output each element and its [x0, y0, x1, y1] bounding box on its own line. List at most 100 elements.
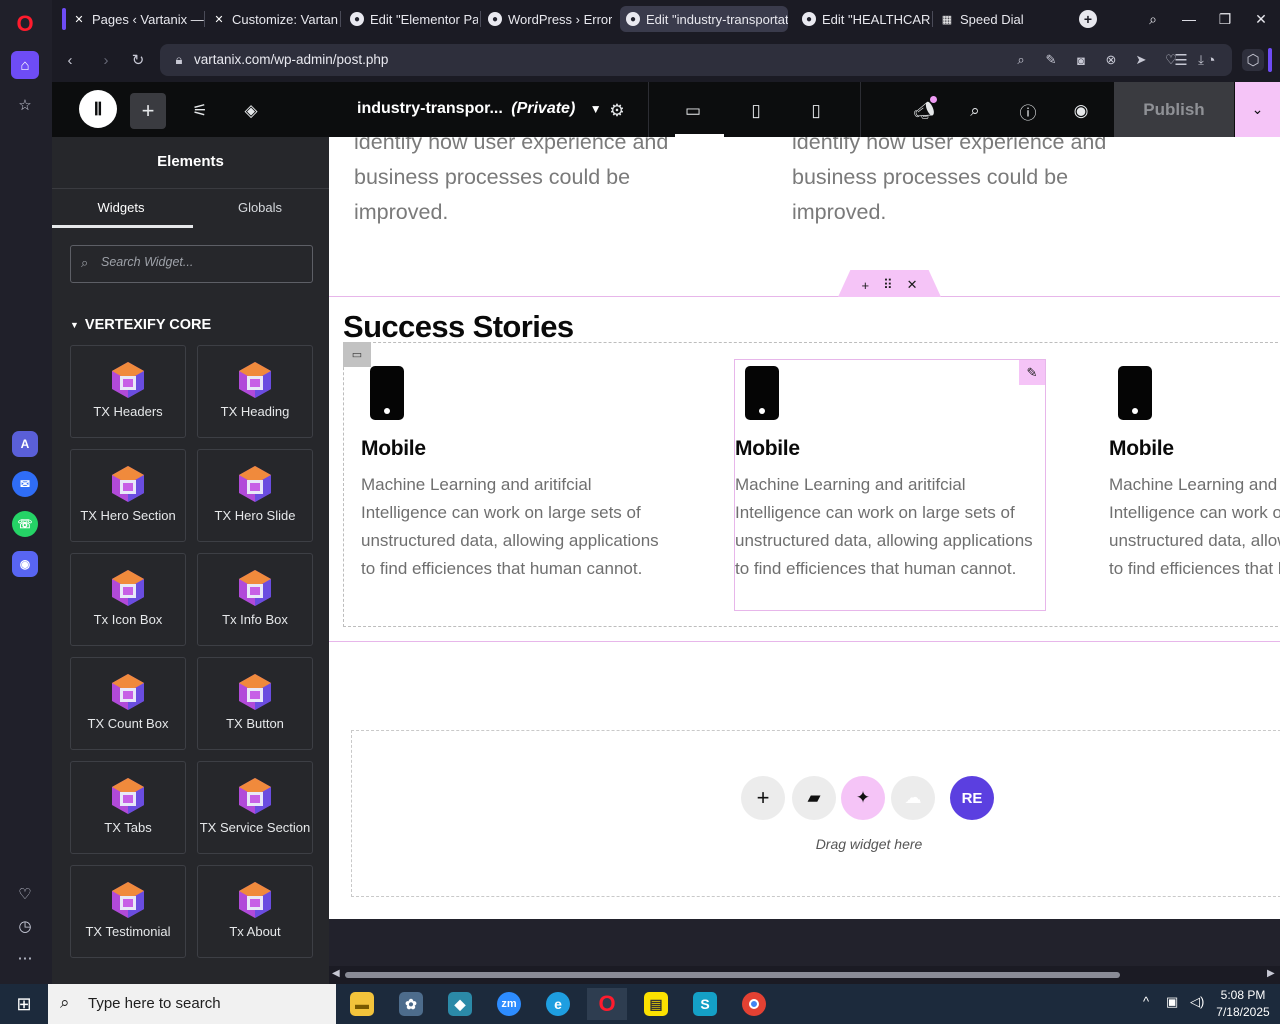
file-explorer-icon[interactable]: ▬	[342, 988, 382, 1020]
new-tab-plus-icon[interactable]: +	[1079, 10, 1097, 28]
back-icon[interactable]: ‹	[59, 49, 81, 71]
widget-tile[interactable]: TX Tabs	[70, 761, 186, 854]
widget-tile[interactable]: TX Hero Section	[70, 449, 186, 542]
category-toggle[interactable]: ▼ VERTEXIFY CORE	[70, 317, 211, 333]
elementor-logo-icon[interactable]: Ⅱ	[79, 90, 117, 128]
adblock-icon[interactable]: ⊗	[1102, 51, 1120, 69]
system-clock[interactable]: 5:08 PM 7/18/2025	[1212, 987, 1274, 1021]
history-clock-icon[interactable]: ◷	[11, 912, 39, 940]
send-icon[interactable]: ➤	[1132, 51, 1150, 69]
whatsapp-icon[interactable]: ☏	[12, 511, 38, 537]
widget-tile[interactable]: TX Count Box	[70, 657, 186, 750]
scroll-right-icon[interactable]: ▶	[1267, 968, 1275, 979]
scroll-left-icon[interactable]: ◀	[332, 968, 340, 979]
template-folder-icon[interactable]: ▰	[792, 776, 836, 820]
tab-globals[interactable]: Globals	[191, 200, 329, 215]
network-icon[interactable]: ▣	[1166, 994, 1178, 1010]
help-icon[interactable]: ⓘ	[1010, 93, 1046, 129]
widget-tile[interactable]: TX Button	[197, 657, 313, 750]
cloud-template-icon[interactable]: ☁	[891, 776, 935, 820]
widget-tile[interactable]: TX Heading	[197, 345, 313, 438]
widget-tile[interactable]: TX Headers	[70, 345, 186, 438]
heart-icon[interactable]: ♡	[11, 880, 39, 908]
profile-icon[interactable]: ◔	[1200, 49, 1222, 71]
home-icon[interactable]: ⌂	[11, 51, 39, 79]
page-settings-gear-icon[interactable]: ⚙	[599, 93, 635, 129]
volume-icon[interactable]: ◁)	[1190, 994, 1204, 1010]
tray-chevron-up-icon[interactable]: ^	[1143, 994, 1149, 1009]
widget-tile[interactable]: TX Hero Slide	[197, 449, 313, 542]
widget-tile[interactable]: Tx Info Box	[197, 553, 313, 646]
section-title[interactable]: Success Stories	[343, 309, 574, 345]
windows-start-icon[interactable]: ⊞	[0, 984, 48, 1024]
url-text[interactable]: vartanix.com/wp-admin/post.php	[194, 52, 388, 67]
publish-button[interactable]: Publish	[1114, 82, 1234, 137]
desktop-view-icon[interactable]: ▭	[675, 93, 711, 129]
url-field[interactable]: 🔒︎ vartanix.com/wp-admin/post.php ⌕ ✎ ◙ …	[160, 44, 1232, 76]
discord-icon[interactable]: ◉	[12, 551, 38, 577]
tab-edit-elementor-page[interactable]: ● Edit "Elementor Page	[344, 6, 478, 32]
widget-tile[interactable]: TX Testimonial	[70, 865, 186, 958]
aria-app-icon[interactable]: A	[12, 431, 38, 457]
tablet-view-icon[interactable]: ▯	[738, 93, 774, 129]
edge-browser-icon[interactable]: e	[538, 988, 578, 1020]
opera-logo-icon[interactable]: O	[11, 10, 39, 38]
preview-eye-icon[interactable]: ◉	[1063, 93, 1099, 129]
app-diamond-icon[interactable]: ◆	[440, 988, 480, 1020]
document-title[interactable]: industry-transpor... (Private) ▼	[357, 100, 602, 118]
structure-layers-icon[interactable]: ◈	[233, 93, 269, 129]
tab-wordpress-error[interactable]: ● WordPress › Error	[482, 6, 612, 32]
tab-speed-dial[interactable]: ▦ Speed Dial	[934, 6, 1044, 32]
paint-app-icon[interactable]: ✿	[391, 988, 431, 1020]
app-s-icon[interactable]: S	[685, 988, 725, 1020]
star-icon[interactable]: ☆	[11, 91, 39, 119]
extensions-icon[interactable]: ⬡	[1242, 49, 1264, 71]
easy-setup-icon[interactable]: ☰	[1170, 49, 1192, 71]
camera-icon[interactable]: ◙	[1072, 51, 1090, 69]
tab-edit-industry-transportation[interactable]: ● Edit "industry-transportati	[620, 6, 788, 32]
story-card[interactable]: Mobile Machine Learning and aritifcial I…	[361, 359, 673, 611]
tab-search-icon[interactable]: ⌕	[1142, 8, 1164, 30]
tab-edit-healthcare[interactable]: ● Edit "HEALTHCARE"	[796, 6, 930, 32]
add-section-plus-icon[interactable]: +	[741, 776, 785, 820]
reload-icon[interactable]: ↻	[127, 49, 149, 71]
taskbar-search[interactable]: ⌕ Type here to search	[48, 984, 336, 1024]
story-card[interactable]: Mobile Machine Learning and aritifcial I…	[1109, 359, 1280, 611]
widget-tile[interactable]: Tx About	[197, 865, 313, 958]
widget-search-input[interactable]	[101, 255, 301, 269]
tab-customize[interactable]: ✕ Customize: Vartanix	[206, 6, 338, 32]
story-card-selected[interactable]: ✎ Mobile Machine Learning and aritifcial…	[734, 359, 1046, 611]
site-settings-sliders-icon[interactable]: ⚟	[182, 93, 218, 129]
zoom-search-icon[interactable]: ⌕	[1012, 51, 1030, 69]
chrome-browser-icon[interactable]	[734, 988, 774, 1020]
drag-handle-icon[interactable]: ⠿	[883, 277, 893, 293]
close-window-icon[interactable]: ✕	[1250, 8, 1272, 30]
mobile-view-icon[interactable]: ▯	[798, 93, 834, 129]
edit-pencil-icon[interactable]: ✎	[1019, 360, 1045, 385]
add-section-plus-icon[interactable]: +	[861, 278, 869, 293]
tab-widgets[interactable]: Widgets	[52, 200, 190, 215]
horizontal-scrollbar[interactable]: ◀ ▶	[329, 966, 1280, 984]
widget-tile[interactable]: Tx Icon Box	[70, 553, 186, 646]
add-element-plus-icon[interactable]: +	[130, 93, 166, 129]
drop-zone[interactable]: + ▰ ✦ ☁ RE Drag widget here	[351, 730, 1280, 897]
sticky-notes-icon[interactable]: ▤	[636, 988, 676, 1020]
edit-icon[interactable]: ✎	[1042, 51, 1060, 69]
opera-browser-icon[interactable]: O	[587, 988, 627, 1020]
minimize-icon[interactable]: —	[1178, 8, 1200, 30]
forward-icon[interactable]: ›	[95, 49, 117, 71]
tab-pages[interactable]: ✕ Pages ‹ Vartanix — W	[66, 6, 204, 32]
zoom-app-icon[interactable]: zm	[489, 988, 529, 1020]
more-dots-icon[interactable]: ⋯	[11, 944, 39, 972]
section-handle[interactable]: + ⠿ ✕	[838, 270, 941, 297]
royal-elements-logo-icon[interactable]: RE	[950, 776, 994, 820]
publish-options-chevron-icon[interactable]: ⌄	[1235, 82, 1280, 137]
restore-icon[interactable]: ❐	[1214, 8, 1236, 30]
ai-sparkle-icon[interactable]: ✦	[841, 776, 885, 820]
widget-tile[interactable]: TX Service Section	[197, 761, 313, 854]
widget-search-box[interactable]: ⌕	[70, 245, 313, 283]
scrollbar-thumb[interactable]	[345, 972, 1120, 978]
delete-section-close-icon[interactable]: ✕	[907, 277, 918, 293]
messenger-icon[interactable]: ✉	[12, 471, 38, 497]
finder-search-icon[interactable]: ⌕	[957, 93, 993, 129]
